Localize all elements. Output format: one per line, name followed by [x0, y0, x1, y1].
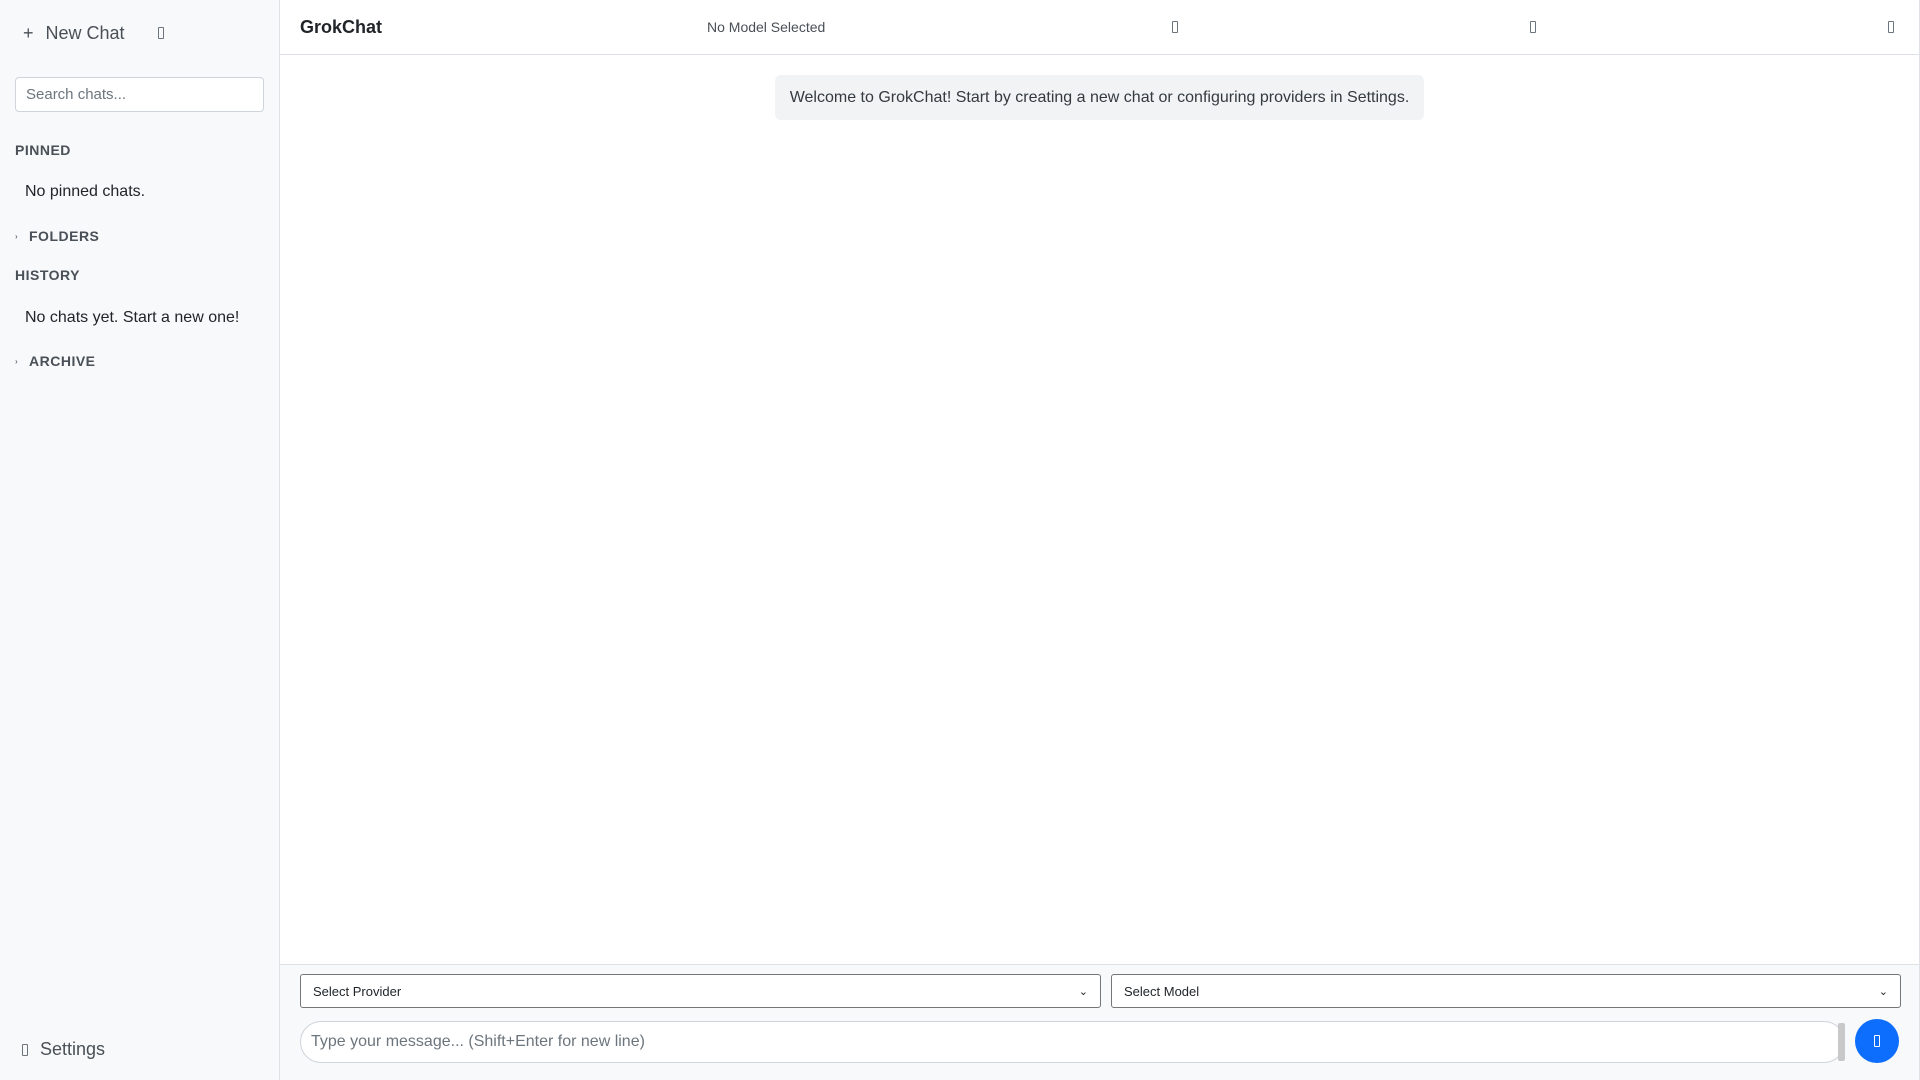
message-input[interactable]: [300, 1021, 1845, 1063]
pinned-section-header: PINNED: [0, 140, 279, 160]
provider-select-value: Select Provider: [313, 983, 402, 999]
settings-label: Settings: [40, 1039, 106, 1059]
app-title: GrokChat: [300, 17, 383, 37]
gear-icon: [22, 1043, 28, 1056]
new-chat-button[interactable]: + New Chat: [15, 17, 133, 50]
toolbar-2-icon: [1530, 21, 1536, 33]
history-empty-text: No chats yet. Start a new one!: [25, 309, 240, 326]
search-wrapper: [0, 66, 279, 112]
sidebar-top-bar: + New Chat: [0, 0, 279, 66]
main-panel: GrokChat No Model Selected Welcome to Gr…: [280, 0, 1920, 1080]
send-icon: [1874, 1035, 1880, 1047]
toolbar-3-icon: [1888, 21, 1894, 33]
message-input-scrollbar[interactable]: [1838, 1023, 1845, 1061]
model-status-text: No Model Selected: [707, 19, 826, 35]
folders-section-toggle[interactable]: › FOLDERS: [0, 226, 279, 246]
toolbar-icon-button-1[interactable]: [1165, 17, 1185, 37]
chat-messages-area: Welcome to GrokChat! Start by creating a…: [280, 55, 1919, 964]
archive-title: ARCHIVE: [29, 353, 96, 369]
app-root: + New Chat PINNED No pinned chats. › FOL…: [0, 0, 1920, 1080]
chevron-down-icon: ⌄: [1078, 985, 1088, 998]
plus-icon: +: [23, 22, 34, 43]
new-chat-label: New Chat: [45, 22, 125, 43]
search-chats-input[interactable]: [15, 77, 264, 112]
top-bar: GrokChat No Model Selected: [280, 0, 1919, 55]
composer-bar: Select Provider ⌄ Select Model ⌄: [280, 964, 1919, 1080]
send-button[interactable]: [1855, 1019, 1899, 1063]
toolbar-icon-button-2[interactable]: [1523, 17, 1543, 37]
history-section-header: HISTORY: [0, 265, 279, 285]
provider-select[interactable]: Select Provider ⌄: [300, 974, 1101, 1008]
sidebar: + New Chat PINNED No pinned chats. › FOL…: [0, 0, 280, 1080]
model-select[interactable]: Select Model ⌄: [1111, 974, 1901, 1008]
sidebar-toggle-icon: [157, 27, 164, 39]
welcome-message: Welcome to GrokChat! Start by creating a…: [775, 75, 1424, 120]
chevron-right-icon: ›: [15, 231, 19, 241]
toolbar-1-icon: [1172, 21, 1178, 33]
history-title: HISTORY: [15, 267, 80, 283]
folders-title: FOLDERS: [29, 228, 100, 244]
pinned-empty-text: No pinned chats.: [25, 183, 146, 200]
pinned-title: PINNED: [15, 142, 71, 158]
model-select-value: Select Model: [1124, 983, 1200, 999]
archive-section-toggle[interactable]: › ARCHIVE: [0, 351, 279, 371]
settings-button[interactable]: Settings: [22, 1039, 105, 1060]
toolbar-icon-button-3[interactable]: [1881, 17, 1901, 37]
chevron-down-icon: ⌄: [1878, 985, 1888, 998]
chevron-right-icon: ›: [15, 356, 19, 366]
collapse-sidebar-button[interactable]: [151, 21, 171, 45]
